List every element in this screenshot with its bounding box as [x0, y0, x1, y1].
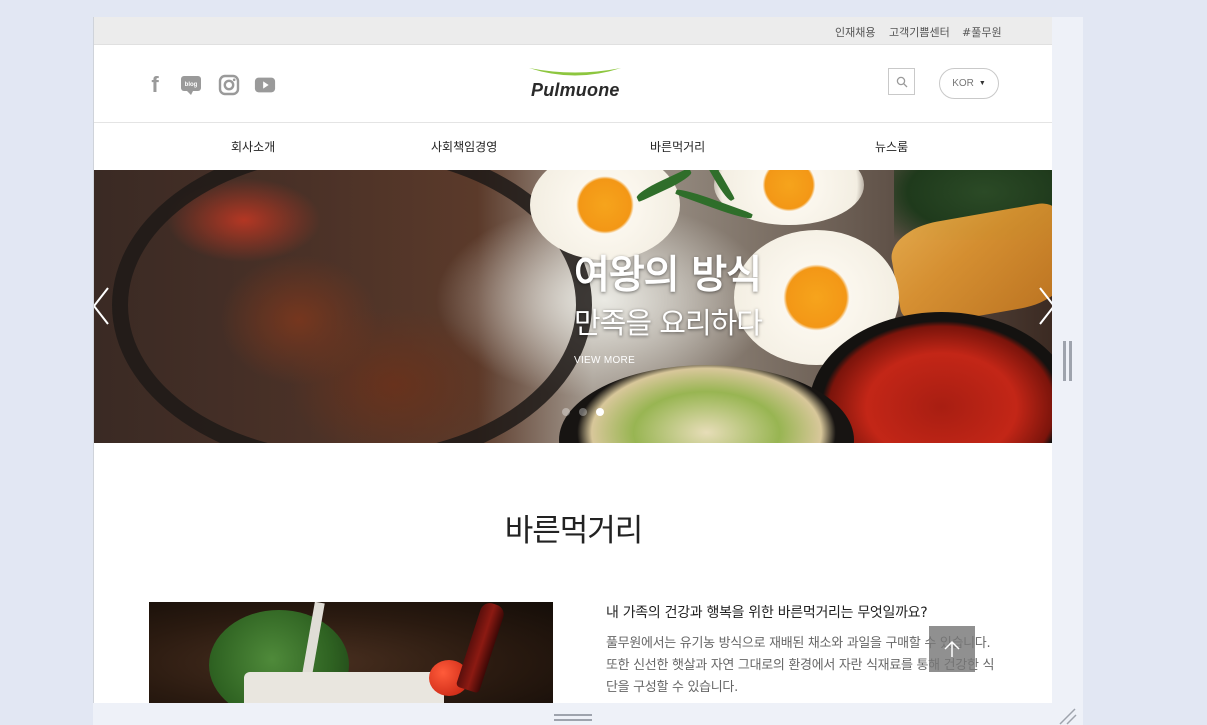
nav-item-good-food[interactable]: 바른먹거리 [650, 138, 705, 155]
util-link-customer-center[interactable]: 고객기쁨센터 [889, 24, 950, 40]
util-link-careers[interactable]: 인재채용 [835, 24, 875, 40]
blog-icon-svg: blog [181, 76, 201, 95]
nav-item-newsroom[interactable]: 뉴스룸 [875, 138, 908, 155]
chevron-right-icon [1039, 287, 1052, 325]
hero-slider: 여왕의 방식 만족을 요리하다 VIEW MORE [94, 170, 1052, 443]
instagram-icon[interactable] [218, 74, 240, 96]
search-icon [896, 76, 907, 87]
hero-next-button[interactable] [1034, 286, 1052, 326]
resize-grip-icon[interactable] [1058, 708, 1078, 725]
hero-subtitle: 만족을 요리하다 [574, 306, 763, 340]
feature-image [149, 602, 553, 703]
nav-item-csr[interactable]: 사회책임경영 [431, 138, 497, 155]
hero-prev-button[interactable] [94, 286, 114, 326]
language-select[interactable]: KOR ▼ [939, 68, 999, 99]
hero-pagination-dot[interactable] [562, 408, 570, 416]
hero-pagination [562, 408, 604, 416]
scroll-to-top-button[interactable] [929, 626, 975, 672]
logo-swoosh [529, 68, 621, 76]
feature-image-bottle [455, 602, 507, 694]
hero-pagination-dot[interactable] [596, 408, 604, 416]
caret-down-icon: ▼ [978, 80, 986, 87]
facebook-icon[interactable]: f [144, 72, 166, 97]
blog-icon[interactable]: blog [180, 75, 202, 95]
search-button[interactable] [888, 68, 915, 95]
youtube-icon-svg [254, 77, 276, 93]
language-label: KOR [952, 78, 974, 89]
section-title: 바른먹거리 [504, 513, 644, 549]
hero-image-egg [714, 170, 864, 225]
browser-viewport: 인재채용 고객기쁨센터 #풀무원 f blog Pulmuone KOR ▼ 회… [93, 17, 1052, 703]
horizontal-resize-handle[interactable] [554, 714, 592, 724]
youtube-icon[interactable] [254, 75, 276, 95]
vertical-resize-handle[interactable] [1063, 341, 1072, 381]
instagram-icon-svg [218, 74, 240, 96]
feature-question: 내 가족의 건강과 행복을 위한 바른먹거리는 무엇일까요? [606, 605, 928, 621]
hero-image-plate [112, 170, 592, 443]
hero-pagination-dot[interactable] [579, 408, 587, 416]
main-nav: 회사소개 사회책임경영 바른먹거리 뉴스룸 [94, 123, 1052, 170]
hero-title: 여왕의 방식 [574, 253, 762, 298]
feature-image-bag [244, 672, 444, 703]
hero-image-salad-bowl [559, 365, 854, 443]
facebook-glyph: f [151, 72, 159, 97]
utility-bar: 인재채용 고객기쁨센터 #풀무원 [94, 17, 1052, 45]
blog-icon-text: blog [185, 82, 198, 88]
nav-item-company[interactable]: 회사소개 [231, 138, 275, 155]
resize-grip-svg [1059, 708, 1077, 725]
chevron-left-icon [94, 287, 109, 325]
arrow-up-icon [944, 640, 960, 657]
util-link-hashtag[interactable]: #풀무원 [962, 24, 1002, 40]
hero-view-more-link[interactable]: VIEW MORE [574, 355, 635, 366]
logo-wordmark: Pulmuone [531, 80, 620, 100]
pulmuone-logo[interactable]: Pulmuone [527, 65, 623, 105]
site-header: f blog Pulmuone KOR ▼ [94, 45, 1052, 123]
